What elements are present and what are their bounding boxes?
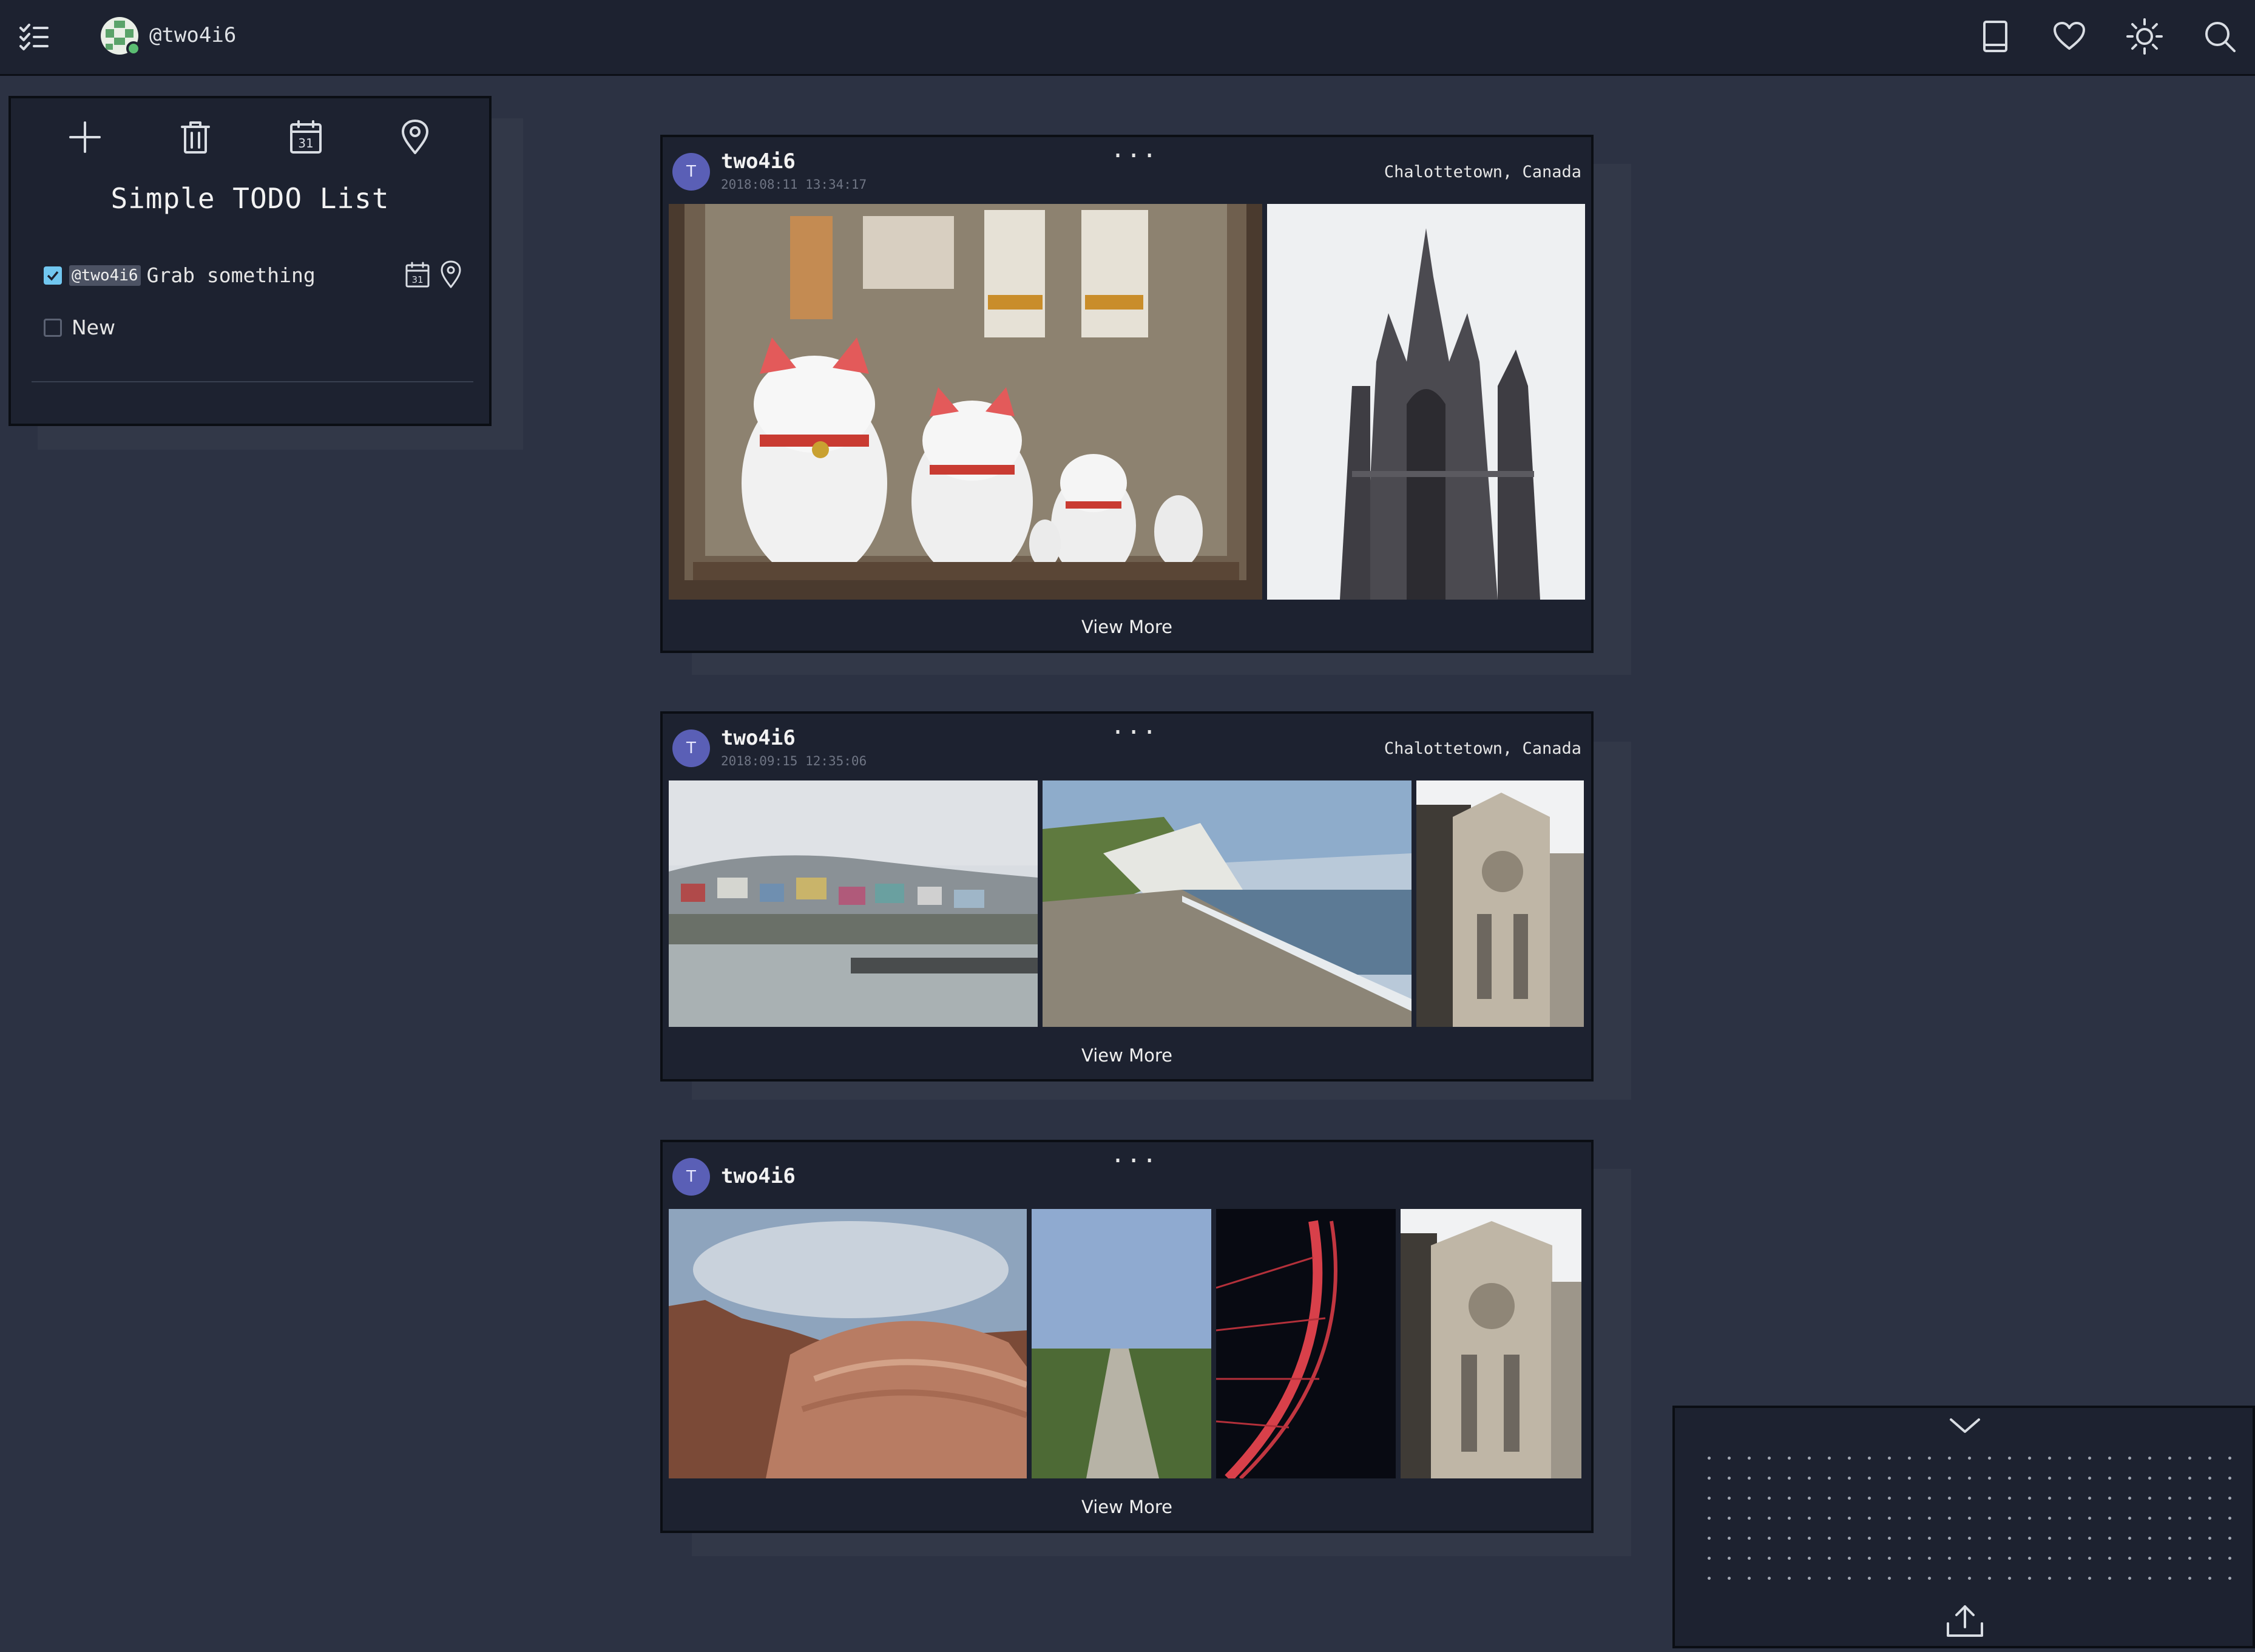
todo-item[interactable]: @two4i6 Grab something	[44, 263, 316, 287]
view-more-button[interactable]: View More	[663, 1045, 1591, 1066]
svg-text:31: 31	[411, 274, 423, 285]
sun-icon[interactable]	[2125, 17, 2164, 56]
drop-panel	[1672, 1406, 2255, 1648]
todo-divider	[32, 381, 473, 382]
map-pin-icon[interactable]	[398, 119, 432, 155]
photo-grass-path[interactable]	[1032, 1209, 1211, 1478]
todo-panel: 31 Simple TODO List @two4i6 Grab somethi…	[8, 96, 492, 426]
post-username[interactable]: two4i6	[721, 726, 796, 750]
post-card: T two4i6 2018:09:15 12:35:06 ··· Chalott…	[660, 711, 1594, 1082]
dot-grid-drop-area[interactable]	[1699, 1448, 2233, 1591]
calendar-icon[interactable]: 31	[288, 119, 324, 155]
online-status-dot	[126, 41, 141, 56]
todo-item-map-pin-icon[interactable]	[438, 260, 464, 289]
todo-item[interactable]: New	[44, 316, 115, 339]
photo-cathedral-facade[interactable]	[1416, 780, 1584, 1027]
photo-cathedral-facade[interactable]	[1401, 1209, 1581, 1478]
todo-checkbox-unchecked[interactable]	[44, 318, 62, 337]
avatar[interactable]: T	[672, 730, 710, 767]
todo-checkbox-checked[interactable]	[44, 266, 62, 285]
post-username[interactable]: two4i6	[721, 149, 796, 174]
todo-item-text: Grab something	[146, 263, 316, 287]
upload-icon[interactable]	[1946, 1602, 1984, 1640]
post-card: T two4i6 ··· View More	[660, 1140, 1594, 1533]
post-images	[669, 204, 1585, 600]
photo-maneki-neko-cats[interactable]	[669, 204, 1262, 600]
svg-text:31: 31	[298, 136, 313, 151]
post-username[interactable]: two4i6	[721, 1164, 796, 1188]
post-images	[669, 1209, 1581, 1478]
view-more-button[interactable]: View More	[663, 617, 1591, 637]
todo-list-icon[interactable]	[17, 19, 51, 53]
top-bar: @two4i6	[0, 0, 2255, 76]
post-timestamp: 2018:09:15 12:35:06	[721, 754, 867, 768]
photo-gothic-cathedral-tower[interactable]	[1267, 204, 1585, 600]
post-more-menu[interactable]: ···	[1111, 719, 1158, 746]
photo-chalk-cliffs-beach[interactable]	[1043, 780, 1411, 1027]
todo-item-calendar-icon[interactable]: 31	[404, 261, 431, 289]
todo-title: Simple TODO List	[110, 182, 390, 215]
post-timestamp: 2018:08:11 13:34:17	[721, 177, 867, 192]
post-more-menu[interactable]: ···	[1111, 1147, 1158, 1175]
trash-icon[interactable]	[178, 119, 212, 155]
post-location[interactable]: Chalottetown, Canada	[1384, 163, 1581, 181]
photo-harbour-town[interactable]	[669, 780, 1038, 1027]
todo-item-tag: @two4i6	[69, 265, 141, 286]
book-icon[interactable]	[1977, 18, 2013, 55]
avatar[interactable]: T	[672, 153, 710, 191]
todo-item-text: New	[72, 316, 115, 339]
avatar[interactable]: T	[672, 1158, 710, 1196]
photo-red-ferris-wheel[interactable]	[1216, 1209, 1396, 1478]
view-more-button[interactable]: View More	[663, 1497, 1591, 1517]
post-location[interactable]: Chalottetown, Canada	[1384, 739, 1581, 758]
user-handle[interactable]: @two4i6	[149, 23, 236, 47]
photo-red-rock-desert[interactable]	[669, 1209, 1027, 1478]
heart-icon[interactable]	[2051, 18, 2088, 55]
post-images	[669, 780, 1584, 1027]
search-icon[interactable]	[2202, 18, 2238, 55]
post-card: T two4i6 2018:08:11 13:34:17 ··· Chalott…	[660, 135, 1594, 653]
post-more-menu[interactable]: ···	[1111, 142, 1158, 170]
plus-icon[interactable]	[68, 120, 102, 154]
chevron-down-icon[interactable]	[1948, 1413, 1982, 1437]
